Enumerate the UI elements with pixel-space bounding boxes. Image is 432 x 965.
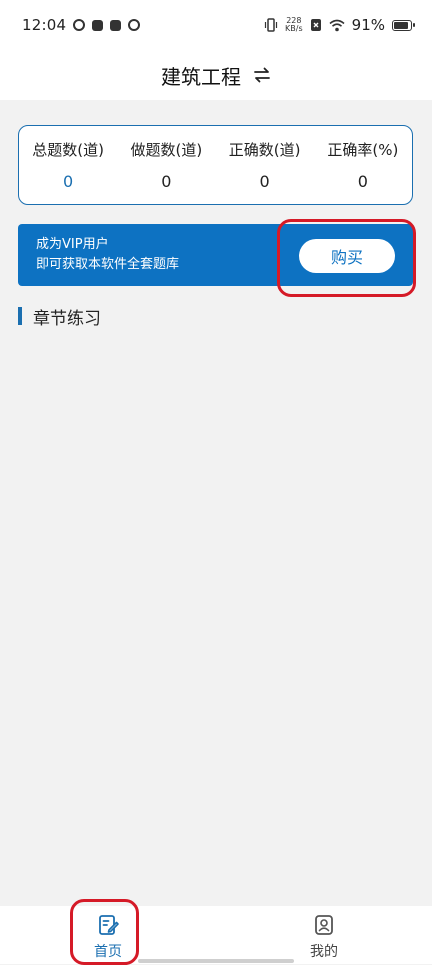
wechat-icon [128,19,141,31]
battery-icon [392,19,415,31]
stat-value: 0 [259,172,270,191]
vip-line-1: 成为VIP用户 [36,237,109,252]
section-header-chapter-practice: 章节练习 [18,305,101,329]
buy-button[interactable]: 购买 [299,239,395,273]
stat-label: 正确率(%) [327,141,399,159]
bottom-tab-bar: 首页 我的 [0,906,432,964]
network-speed: 228 KB/s [285,17,303,33]
stat-done-questions: 做题数(道) 0 [117,126,215,204]
stat-total-questions: 总题数(道) 0 [19,126,117,204]
app-notification-icon [110,19,122,31]
tab-mine[interactable]: 我的 [216,906,432,964]
stat-label: 总题数(道) [32,141,104,159]
status-time: 12:04 [22,16,67,34]
home-indicator[interactable] [138,959,294,963]
no-sim-icon [310,19,321,31]
stat-value: 0 [63,172,74,191]
stats-card: 总题数(道) 0 做题数(道) 0 正确数(道) 0 正确率(%) 0 [18,125,413,205]
stat-value: 0 [357,172,368,191]
stat-accuracy: 正确率(%) 0 [314,126,412,204]
stat-label: 做题数(道) [130,141,203,159]
tab-home[interactable]: 首页 [0,906,216,964]
section-title: 章节练习 [33,308,101,329]
top-header: 建筑工程 [0,50,432,100]
stat-value: 0 [161,172,172,191]
swap-arrows-icon[interactable] [253,66,271,84]
sync-icon [73,19,86,31]
section-accent-bar [18,307,22,325]
profile-icon [315,915,333,935]
edit-note-icon [99,915,119,935]
vibrate-icon [264,18,278,32]
vip-line-2: 即可获取本软件全套题库 [36,257,180,272]
tab-home-label: 首页 [94,944,122,960]
status-bar: 12:04 228 KB/s 91% [0,0,432,50]
wifi-icon [329,19,345,31]
page-title: 建筑工程 [161,64,241,89]
network-speed-unit: KB/s [285,24,303,33]
stat-label: 正确数(道) [228,141,301,159]
battery-percent: 91% [351,16,385,34]
vip-banner: 成为VIP用户 即可获取本软件全套题库 购买 [18,224,413,286]
status-right: 228 KB/s 91% [264,16,415,34]
tab-mine-label: 我的 [310,944,338,960]
vip-text: 成为VIP用户 即可获取本软件全套题库 [36,235,179,275]
stat-correct-questions: 正确数(道) 0 [216,126,314,204]
status-left: 12:04 [22,16,141,34]
mail-icon [92,19,104,31]
